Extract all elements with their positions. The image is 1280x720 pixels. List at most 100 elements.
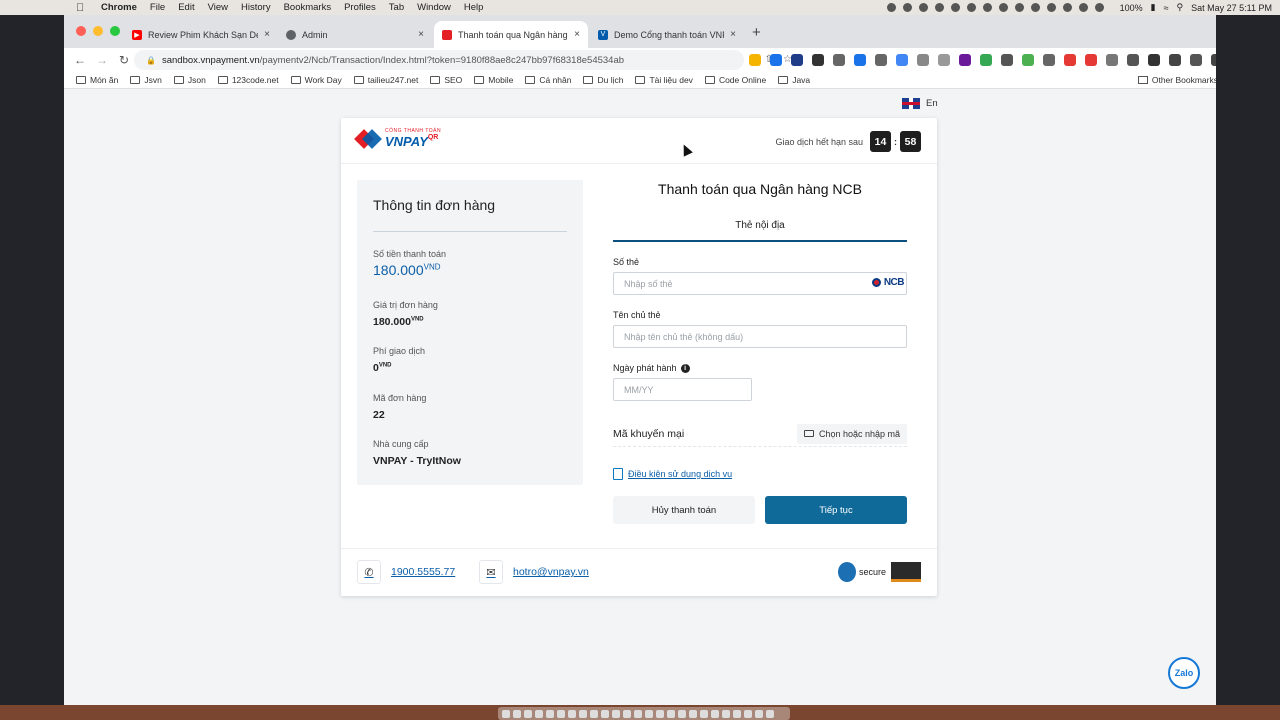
battery-percent[interactable]: 100%: [1120, 3, 1143, 13]
extension-icon[interactable]: [980, 54, 992, 66]
close-window-button[interactable]: [76, 26, 86, 36]
language-switcher[interactable]: En: [902, 98, 938, 109]
dock-app-icon[interactable]: [568, 709, 576, 718]
card-number-input[interactable]: [624, 278, 906, 289]
card-holder-field[interactable]: [613, 325, 907, 348]
extension-icon[interactable]: [749, 54, 761, 66]
bookmark-folder[interactable]: Code Online: [704, 75, 766, 85]
clock[interactable]: Sat May 27 5:11 PM: [1191, 3, 1272, 13]
extension-icon[interactable]: [1022, 54, 1034, 66]
support-email-link[interactable]: ✉ hotro@vnpay.vn: [479, 560, 589, 584]
card-holder-input[interactable]: [624, 331, 906, 342]
dock-app-icon[interactable]: [711, 709, 719, 718]
extension-icon[interactable]: [938, 54, 950, 66]
card-number-field[interactable]: NCB: [613, 272, 907, 295]
bookmark-folder[interactable]: tailieu247.net: [353, 75, 418, 85]
new-tab-icon[interactable]: +: [752, 24, 761, 41]
menu-tab[interactable]: Tab: [389, 2, 404, 13]
close-tab-icon[interactable]: ×: [730, 29, 736, 40]
other-bookmarks[interactable]: Other Bookmarks: [1137, 75, 1216, 85]
dock-app-icon[interactable]: [766, 709, 774, 718]
bookmark-folder[interactable]: Java: [778, 75, 810, 85]
extension-icon[interactable]: [1001, 54, 1013, 66]
zalo-chat-button[interactable]: Zalo: [1168, 657, 1200, 689]
extension-icon[interactable]: [959, 54, 971, 66]
extension-icon[interactable]: [875, 54, 887, 66]
extension-icon[interactable]: [1085, 54, 1097, 66]
info-icon[interactable]: i: [680, 363, 690, 373]
bookmark-folder[interactable]: SEO: [430, 75, 462, 85]
promo-select-button[interactable]: Chọn hoặc nhập mã: [796, 423, 907, 444]
extension-icon[interactable]: [791, 54, 803, 66]
issue-date-input[interactable]: [624, 384, 751, 395]
close-tab-icon[interactable]: ×: [264, 29, 270, 40]
close-tab-icon[interactable]: ×: [418, 29, 424, 40]
extension-icon[interactable]: [1106, 54, 1118, 66]
wifi-icon[interactable]: ≈: [1164, 3, 1169, 13]
menu-history[interactable]: History: [241, 2, 271, 13]
dock-app-icon[interactable]: [656, 709, 664, 718]
dock-app-icon[interactable]: [678, 709, 686, 718]
bookmark-folder[interactable]: Tài liệu dev: [635, 75, 693, 85]
extension-icon[interactable]: [1064, 54, 1076, 66]
menu-file[interactable]: File: [150, 2, 165, 13]
dock-app-icon[interactable]: [667, 709, 675, 718]
dock-app-icon[interactable]: [502, 709, 510, 718]
menu-profiles[interactable]: Profiles: [344, 2, 376, 13]
tab-ncb-payment[interactable]: Thanh toán qua Ngân hàng NC ×: [434, 21, 588, 48]
issue-date-field[interactable]: [613, 378, 752, 401]
menu-edit[interactable]: Edit: [178, 2, 194, 13]
reload-icon[interactable]: ↻: [118, 53, 130, 67]
dock-app-icon[interactable]: [546, 709, 554, 718]
status-tray-icons[interactable]: [886, 3, 1104, 12]
forward-icon[interactable]: →: [96, 53, 108, 67]
dock-app-icon[interactable]: [513, 709, 521, 718]
puzzle-icon[interactable]: [1169, 54, 1181, 66]
extension-icon[interactable]: [812, 54, 824, 66]
tab-review[interactable]: ▶ Review Phim Khách Sạn Del Lu ×: [124, 21, 278, 48]
bookmark-folder[interactable]: Cá nhân: [525, 75, 571, 85]
extension-icon[interactable]: [1043, 54, 1055, 66]
dock-app-icon[interactable]: [601, 709, 609, 718]
bookmark-folder[interactable]: 123code.net: [217, 75, 279, 85]
tab-demo-vnpay[interactable]: V Demo Cổng thanh toán VNPAY ×: [590, 21, 744, 48]
menu-help[interactable]: Help: [464, 2, 484, 13]
dock-app-icon[interactable]: [612, 709, 620, 718]
hotline-link[interactable]: ✆ 1900.5555.77: [357, 560, 455, 584]
menu-app[interactable]: Chrome: [101, 2, 137, 13]
dock-app-icon[interactable]: [524, 709, 532, 718]
side-panel-icon[interactable]: [1211, 54, 1216, 66]
search-icon[interactable]: ⚲: [1177, 2, 1184, 13]
extension-icon[interactable]: [770, 54, 782, 66]
dock-app-icon[interactable]: [722, 709, 730, 718]
dock-app-icon[interactable]: [579, 709, 587, 718]
dock-app-icon[interactable]: [590, 709, 598, 718]
extension-icon[interactable]: [854, 54, 866, 66]
dock-app-icon[interactable]: [634, 709, 642, 718]
dock-app-icon[interactable]: [700, 709, 708, 718]
apple-icon[interactable]: : [76, 2, 88, 14]
dock-app-icon[interactable]: [733, 709, 741, 718]
dock-app-icon[interactable]: [689, 709, 697, 718]
dock-app-icon[interactable]: [645, 709, 653, 718]
bookmark-folder[interactable]: Work Day: [290, 75, 342, 85]
bookmark-folder[interactable]: Json: [173, 75, 206, 85]
reading-list-icon[interactable]: [1190, 54, 1202, 66]
dock-app-icon[interactable]: [623, 709, 631, 718]
close-tab-icon[interactable]: ×: [574, 29, 580, 40]
cancel-payment-button[interactable]: Hủy thanh toán: [613, 496, 755, 524]
battery-icon[interactable]: ▮: [1151, 2, 1156, 13]
bookmark-folder[interactable]: Du lịch: [583, 75, 623, 85]
extension-icon[interactable]: [896, 54, 908, 66]
dock-app-icon[interactable]: [557, 709, 565, 718]
dock-app-icon[interactable]: [535, 709, 543, 718]
tab-domestic-card[interactable]: Thẻ nội địa: [613, 220, 907, 242]
dock-app-icon[interactable]: [744, 709, 752, 718]
extension-icon[interactable]: [833, 54, 845, 66]
continue-button[interactable]: Tiếp tục: [765, 496, 907, 524]
extension-icon[interactable]: [1148, 54, 1160, 66]
bookmark-folder[interactable]: Jsvn: [130, 75, 162, 85]
menu-bookmarks[interactable]: Bookmarks: [284, 2, 332, 13]
tab-admin[interactable]: Admin ×: [278, 21, 432, 48]
bookmark-folder[interactable]: Mobile: [474, 75, 513, 85]
